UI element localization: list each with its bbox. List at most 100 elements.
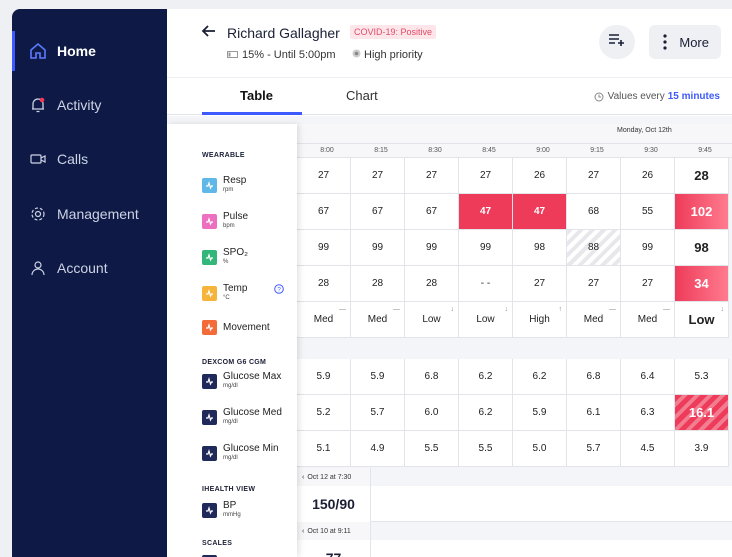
table-cell[interactable]: 6.4 — [621, 359, 675, 395]
bp-timestamp[interactable]: ‹ Oct 12 at 7:30 — [297, 468, 371, 486]
table-cell[interactable]: 5.7 — [351, 395, 405, 431]
table-cell[interactable]: 6.2 — [459, 359, 513, 395]
table-cell[interactable]: 3.9 — [675, 431, 729, 467]
table-cell[interactable]: 99 — [405, 230, 459, 266]
table-cell[interactable]: 27 — [297, 158, 351, 194]
table-cell[interactable]: 34 — [675, 266, 729, 302]
table-cell[interactable]: 5.9 — [513, 395, 567, 431]
table-cell[interactable]: 27 — [351, 158, 405, 194]
cell-value: 99 — [317, 242, 330, 253]
table-cell[interactable]: 55 — [621, 194, 675, 230]
table-cell[interactable]: 5.9 — [297, 359, 351, 395]
cell-value: 6.4 — [640, 371, 655, 382]
table-cell[interactable]: 99 — [621, 230, 675, 266]
metric-label: Glucose Med mg/dl — [223, 408, 282, 426]
table-cell[interactable]: 98 — [513, 230, 567, 266]
table-cell[interactable]: 5.5 — [405, 431, 459, 467]
table-cell[interactable]: 27 — [405, 158, 459, 194]
table-cell[interactable]: 6.8 — [567, 359, 621, 395]
table-cell[interactable]: 4.5 — [621, 431, 675, 467]
table-cell[interactable]: 28 — [351, 266, 405, 302]
table-cell[interactable]: 6.3 — [621, 395, 675, 431]
table-cell[interactable]: 27 — [567, 266, 621, 302]
table-cell[interactable]: 6.8 — [405, 359, 459, 395]
table-cell[interactable]: 27 — [459, 158, 513, 194]
table-cell[interactable]: 6.2 — [513, 359, 567, 395]
add-filter-button[interactable] — [599, 25, 635, 59]
table-cell[interactable]: 6.2 — [459, 395, 513, 431]
gauge-icon — [202, 502, 217, 518]
tab-table[interactable]: Table — [240, 88, 273, 103]
table-cell[interactable]: 67 — [297, 194, 351, 230]
table-cell[interactable]: - - — [459, 266, 513, 302]
table-cell[interactable]: Med — — [297, 302, 351, 338]
table-cell[interactable]: Med — — [567, 302, 621, 338]
table-cell[interactable]: 67 — [351, 194, 405, 230]
cell-value: 5.2 — [316, 407, 331, 418]
table-cell[interactable]: 68 — [567, 194, 621, 230]
date-header: Monday, Oct 12th — [297, 124, 732, 144]
table-cell[interactable]: 5.9 — [351, 359, 405, 395]
table-cell[interactable]: 102 — [675, 194, 729, 230]
table-cell[interactable]: Low ↓ — [405, 302, 459, 338]
table-cell[interactable]: 99 — [459, 230, 513, 266]
back-arrow-icon[interactable] — [200, 22, 218, 40]
cell-value: 102 — [690, 204, 713, 219]
table-cell[interactable]: 5.7 — [567, 431, 621, 467]
cell-value: 5.1 — [316, 443, 331, 454]
table-cell[interactable]: 28 — [675, 158, 729, 194]
help-icon[interactable]: ? — [274, 281, 284, 294]
table-cell[interactable]: 16.1 — [675, 395, 729, 431]
table-cell[interactable]: Low ↓ — [675, 302, 729, 338]
table-cell[interactable]: 5.3 — [675, 359, 729, 395]
table-cell[interactable]: 28 — [405, 266, 459, 302]
metric-label: Movement — [223, 322, 270, 333]
metric-label: Glucose Min mg/dl — [223, 444, 279, 462]
nav-management[interactable]: Management — [12, 194, 167, 234]
cell-value: Low — [688, 312, 715, 327]
table-cell[interactable]: 6.0 — [405, 395, 459, 431]
battery-icon — [227, 51, 238, 58]
table-cell[interactable]: 5.0 — [513, 431, 567, 467]
cell-value: 28 — [317, 278, 330, 289]
table-cell[interactable]: 5.2 — [297, 395, 351, 431]
table-cell[interactable]: 26 — [621, 158, 675, 194]
table-cell[interactable]: 6.1 — [567, 395, 621, 431]
cell-value: Med — [637, 314, 658, 325]
table-cell[interactable]: 88 — [567, 230, 621, 266]
weight-timestamp[interactable]: ‹ Oct 10 at 9:11 — [297, 522, 371, 540]
table-cell[interactable]: High ↑ — [513, 302, 567, 338]
more-button[interactable]: More — [649, 25, 721, 59]
table-cell[interactable]: 27 — [567, 158, 621, 194]
interval-setting[interactable]: Values every 15 minutes — [594, 91, 720, 102]
app-window: Home Activity Calls Management Account R… — [12, 9, 732, 557]
table-cell[interactable]: 27 — [513, 266, 567, 302]
interval-value[interactable]: 15 minutes — [668, 91, 720, 102]
tab-chart[interactable]: Chart — [346, 88, 378, 103]
table-cell[interactable]: 26 — [513, 158, 567, 194]
table-cell[interactable]: 98 — [675, 230, 729, 266]
metric-label: Temp °C — [223, 284, 247, 302]
table-cell[interactable]: 27 — [621, 266, 675, 302]
table-cell[interactable]: Low ↓ — [459, 302, 513, 338]
table-cell[interactable]: 28 — [297, 266, 351, 302]
table-cell[interactable]: 5.5 — [459, 431, 513, 467]
table-cell[interactable]: 99 — [297, 230, 351, 266]
table-cell[interactable]: 47 — [459, 194, 513, 230]
table-cell[interactable]: Med — — [621, 302, 675, 338]
nav-activity[interactable]: Activity — [12, 85, 167, 125]
nav-account[interactable]: Account — [12, 248, 167, 288]
nav-home[interactable]: Home — [12, 31, 167, 71]
cell-value: 27 — [371, 170, 384, 181]
table-cell[interactable]: Med — — [351, 302, 405, 338]
table-cell[interactable]: 5.1 — [297, 431, 351, 467]
metric-name: Glucose Med — [223, 407, 282, 418]
table-cell[interactable]: 4.9 — [351, 431, 405, 467]
nav-calls[interactable]: Calls — [12, 139, 167, 179]
table-cell[interactable]: 47 — [513, 194, 567, 230]
table-cell[interactable]: 99 — [351, 230, 405, 266]
cell-value: 27 — [587, 278, 600, 289]
table-cell[interactable]: 67 — [405, 194, 459, 230]
cell-value: 6.0 — [424, 407, 439, 418]
cell-value: 6.8 — [424, 371, 439, 382]
